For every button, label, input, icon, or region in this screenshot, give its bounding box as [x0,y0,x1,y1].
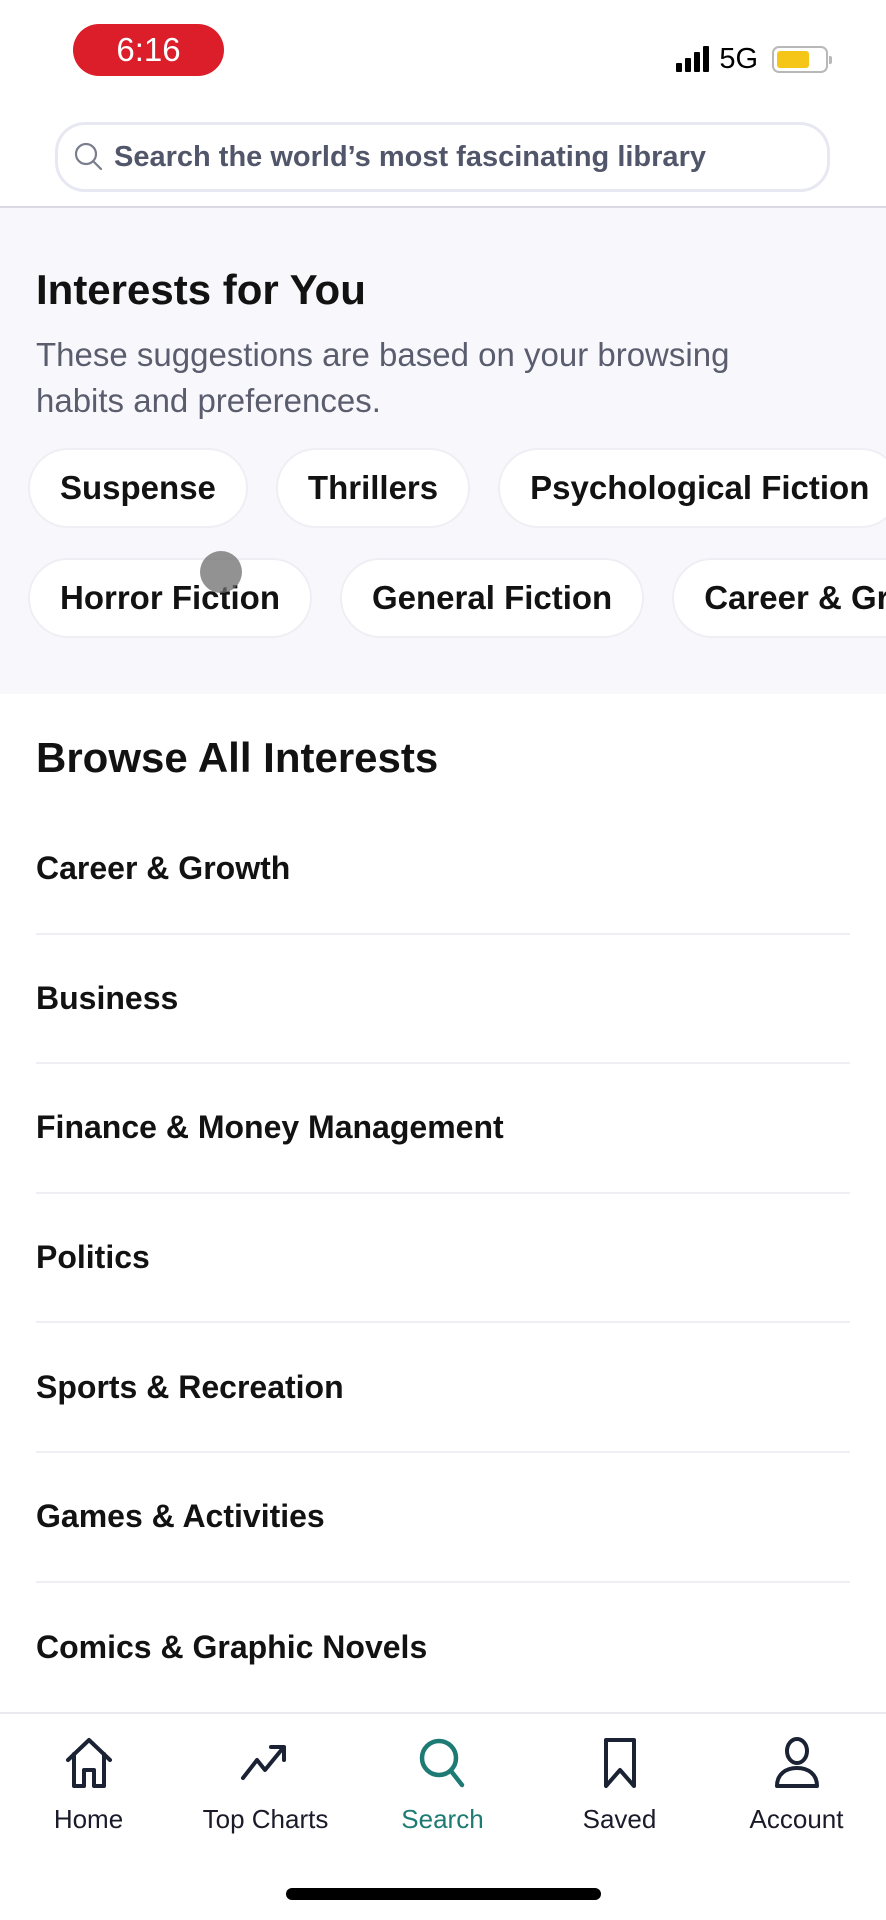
battery-icon [772,45,832,73]
signal-icon [676,46,710,72]
search-icon [74,142,103,171]
search-bar[interactable] [55,122,830,192]
bookmark-icon [603,1738,636,1788]
interests-title: Interests for You [36,266,366,313]
interest-chip[interactable]: Thrillers [275,448,471,528]
nav-top-charts[interactable]: Top Charts [177,1714,354,1844]
status-bar: 6:16 5G [0,0,886,100]
trending-up-icon [240,1745,286,1780]
network-type: 5G [719,42,758,75]
chip-row-1: Suspense Thrillers Psychological Fiction [28,448,886,528]
nav-home[interactable]: Home [0,1714,177,1844]
nav-search-label: Search [401,1804,484,1834]
list-item[interactable]: Games & Activities [36,1453,850,1583]
status-time: 6:16 [73,24,224,76]
interests-subtitle: These suggestions are based on your brow… [36,336,730,419]
touch-indicator [200,551,242,593]
interest-chip[interactable]: Horror Fiction [28,558,312,638]
battery-level [777,50,810,68]
nav-search[interactable]: Search [354,1714,531,1844]
nav-top-charts-label: Top Charts [202,1804,329,1834]
search-icon [419,1738,464,1788]
list-item[interactable]: Comics & Graphic Novels [36,1583,850,1713]
interest-chip[interactable]: Suspense [28,448,248,528]
nav-saved-label: Saved [582,1804,657,1834]
home-indicator[interactable] [286,1888,601,1900]
list-item[interactable]: Business [36,935,850,1065]
list-item[interactable]: Sports & Recreation [36,1323,850,1453]
nav-home-label: Home [53,1804,124,1834]
chip-row-2: Horror Fiction General Fiction Career & … [28,558,886,638]
nav-account-label: Account [749,1804,844,1834]
nav-account[interactable]: Account [708,1714,885,1844]
home-icon [65,1738,112,1788]
list-item[interactable]: Career & Growth [36,805,850,935]
interest-list: Career & Growth Business Finance & Money… [36,805,850,1712]
list-item[interactable]: Politics [36,1194,850,1324]
interest-chip[interactable]: General Fiction [340,558,645,638]
search-input[interactable] [114,140,794,174]
interests-for-you-section: Interests for You These suggestions are … [0,208,886,694]
status-indicators: 5G [676,42,832,76]
interest-chip[interactable]: Psychological Fiction [498,448,886,528]
battery-tip [829,55,832,64]
browse-all-title: Browse All Interests [36,734,439,781]
interest-chip[interactable]: Career & Growth [672,558,886,638]
nav-saved[interactable]: Saved [531,1714,708,1844]
user-icon [774,1737,819,1788]
list-item[interactable]: Finance & Money Management [36,1064,850,1194]
